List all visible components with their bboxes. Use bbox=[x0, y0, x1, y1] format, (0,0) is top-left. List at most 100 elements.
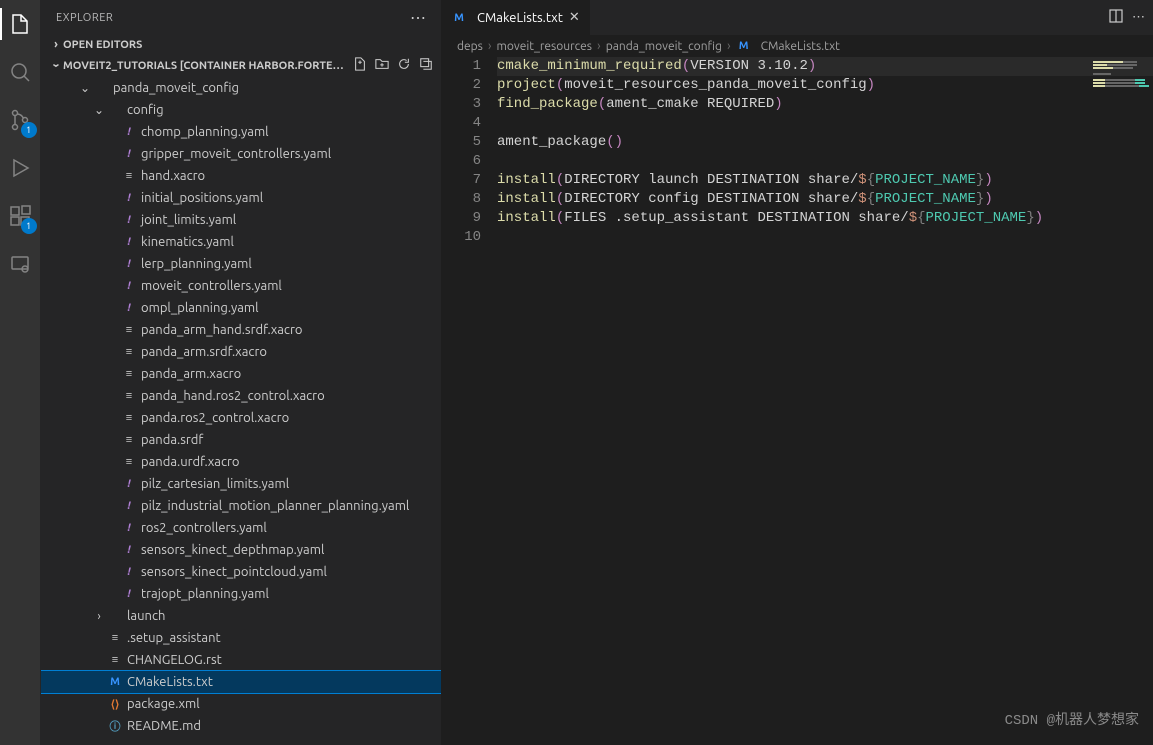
file-label: initial_positions.yaml bbox=[141, 191, 263, 205]
collapse-icon[interactable] bbox=[419, 57, 433, 74]
file-label: panda.ros2_control.xacro bbox=[141, 411, 289, 425]
chevron-right-icon: › bbox=[597, 39, 601, 53]
tree-item[interactable]: ≡ panda.srdf bbox=[41, 429, 441, 451]
workspace-section[interactable]: › MOVEIT2_TUTORIALS [CONTAINER HARBOR.FO… bbox=[41, 54, 441, 77]
tree-item[interactable]: ≡ panda.ros2_control.xacro bbox=[41, 407, 441, 429]
explorer-icon[interactable] bbox=[0, 8, 41, 40]
crumb-item[interactable]: CMakeLists.txt bbox=[761, 40, 840, 53]
tree-item[interactable]: ⟨⟩package.xml bbox=[41, 693, 441, 715]
open-editors-section[interactable]: › OPEN EDITORS bbox=[41, 35, 441, 54]
file-icon: ≡ bbox=[121, 388, 137, 404]
file-icon: M bbox=[107, 674, 123, 690]
file-icon: ! bbox=[121, 190, 137, 206]
new-folder-icon[interactable] bbox=[375, 57, 389, 74]
tab-label: CMakeLists.txt bbox=[477, 11, 563, 25]
tree-item[interactable]: ≡.setup_assistant bbox=[41, 627, 441, 649]
file-icon: ≡ bbox=[121, 344, 137, 360]
file-label: panda.srdf bbox=[141, 433, 203, 447]
file-label: CHANGELOG.rst bbox=[127, 653, 222, 667]
file-icon: ! bbox=[121, 256, 137, 272]
scm-badge: 1 bbox=[21, 122, 37, 138]
tree-item[interactable]: !trajopt_planning.yaml bbox=[41, 583, 441, 605]
tree-item[interactable]: !chomp_planning.yaml bbox=[41, 121, 441, 143]
tree-item[interactable]: !moveit_controllers.yaml bbox=[41, 275, 441, 297]
file-icon: ! bbox=[121, 476, 137, 492]
close-icon[interactable]: ✕ bbox=[569, 10, 580, 25]
file-label: chomp_planning.yaml bbox=[141, 125, 269, 139]
split-editor-icon[interactable] bbox=[1108, 8, 1124, 27]
file-label: pilz_industrial_motion_planner_planning.… bbox=[141, 499, 409, 513]
search-icon[interactable] bbox=[0, 56, 41, 88]
new-file-icon[interactable] bbox=[353, 57, 367, 74]
file-label: ompl_planning.yaml bbox=[141, 301, 259, 315]
tree-item[interactable]: ⓘREADME.md bbox=[41, 715, 441, 737]
extensions-icon[interactable]: 1 bbox=[0, 200, 41, 232]
cmake-icon: M bbox=[451, 10, 467, 26]
file-label: .setup_assistant bbox=[127, 631, 221, 645]
cmake-icon: M bbox=[736, 38, 752, 54]
tree-item[interactable]: ≡hand.xacro bbox=[41, 165, 441, 187]
tree-item[interactable]: ! gripper_moveit_controllers.yaml bbox=[41, 143, 441, 165]
breadcrumb[interactable]: deps › moveit_resources › panda_moveit_confi… bbox=[441, 35, 1153, 57]
more-actions-icon[interactable]: ⋯ bbox=[1132, 10, 1145, 25]
file-tree[interactable]: ⌄panda_moveit_config⌄config!chomp_planni… bbox=[41, 77, 441, 745]
file-icon: ≡ bbox=[121, 432, 137, 448]
crumb-item[interactable]: panda_moveit_config bbox=[606, 40, 722, 53]
file-label: panda_arm.xacro bbox=[141, 367, 241, 381]
file-label: hand.xacro bbox=[141, 169, 205, 183]
tree-item[interactable]: !sensors_kinect_pointcloud.yaml bbox=[41, 561, 441, 583]
run-debug-icon[interactable] bbox=[0, 152, 41, 184]
chevron-down-icon: › bbox=[50, 59, 63, 72]
tree-item[interactable]: ≡panda_arm_hand.srdf.xacro bbox=[41, 319, 441, 341]
tree-item[interactable]: ≡panda.urdf.xacro bbox=[41, 451, 441, 473]
tree-item[interactable]: ›launch bbox=[41, 605, 441, 627]
file-label: panda_moveit_config bbox=[113, 81, 239, 95]
chevron-icon: ⌄ bbox=[77, 81, 93, 95]
tree-item[interactable]: ≡CHANGELOG.rst bbox=[41, 649, 441, 671]
file-label: lerp_planning.yaml bbox=[141, 257, 252, 271]
tree-item[interactable]: !pilz_industrial_motion_planner_planning… bbox=[41, 495, 441, 517]
tree-item[interactable]: ! lerp_planning.yaml bbox=[41, 253, 441, 275]
refresh-icon[interactable] bbox=[397, 57, 411, 74]
file-label: gripper_moveit_controllers.yaml bbox=[141, 147, 331, 161]
tree-item[interactable]: ! initial_positions.yaml bbox=[41, 187, 441, 209]
remote-icon[interactable] bbox=[0, 248, 41, 280]
code-content[interactable]: cmake_minimum_required(VERSION 3.10.2)pr… bbox=[497, 57, 1153, 745]
file-icon: ≡ bbox=[121, 410, 137, 426]
tree-item[interactable]: ≡panda_hand.ros2_control.xacro bbox=[41, 385, 441, 407]
tree-item[interactable]: !sensors_kinect_depthmap.yaml bbox=[41, 539, 441, 561]
file-label: panda_arm_hand.srdf.xacro bbox=[141, 323, 302, 337]
tree-item[interactable]: ! ompl_planning.yaml bbox=[41, 297, 441, 319]
file-label: pilz_cartesian_limits.yaml bbox=[141, 477, 289, 491]
file-icon: ! bbox=[121, 300, 137, 316]
tree-item[interactable]: ! joint_limits.yaml bbox=[41, 209, 441, 231]
tree-item[interactable]: M CMakeLists.txt bbox=[41, 671, 441, 693]
file-icon: ≡ bbox=[121, 366, 137, 382]
source-control-icon[interactable]: 1 bbox=[0, 104, 41, 136]
file-label: kinematics.yaml bbox=[141, 235, 234, 249]
file-icon: ! bbox=[121, 146, 137, 162]
minimap[interactable] bbox=[1093, 61, 1149, 85]
crumb-item[interactable]: deps bbox=[457, 40, 483, 53]
tree-item[interactable]: !kinematics.yaml bbox=[41, 231, 441, 253]
file-icon: ! bbox=[121, 212, 137, 228]
tree-item[interactable]: !ros2_controllers.yaml bbox=[41, 517, 441, 539]
tab-cmakelists[interactable]: M CMakeLists.txt ✕ bbox=[441, 0, 591, 35]
tree-item[interactable]: ! pilz_cartesian_limits.yaml bbox=[41, 473, 441, 495]
tree-item[interactable]: ⌄ panda_moveit_config bbox=[41, 77, 441, 99]
more-icon[interactable]: ⋯ bbox=[410, 8, 426, 27]
file-icon bbox=[107, 102, 123, 118]
file-icon: ! bbox=[121, 278, 137, 294]
file-label: CMakeLists.txt bbox=[127, 675, 213, 689]
file-label: config bbox=[127, 103, 164, 117]
tree-item[interactable]: ⌄config bbox=[41, 99, 441, 121]
file-icon: ! bbox=[121, 564, 137, 580]
sidebar-title: EXPLORER bbox=[56, 12, 113, 24]
tree-item[interactable]: ≡panda_arm.srdf.xacro bbox=[41, 341, 441, 363]
code-editor[interactable]: 12345678910 cmake_minimum_required(VERSI… bbox=[441, 57, 1153, 745]
tree-item[interactable]: ≡ panda_arm.xacro bbox=[41, 363, 441, 385]
crumb-item[interactable]: moveit_resources bbox=[497, 40, 593, 53]
chevron-right-icon: › bbox=[488, 39, 492, 53]
activity-bar: 1 1 bbox=[0, 0, 41, 745]
file-label: joint_limits.yaml bbox=[141, 213, 236, 227]
